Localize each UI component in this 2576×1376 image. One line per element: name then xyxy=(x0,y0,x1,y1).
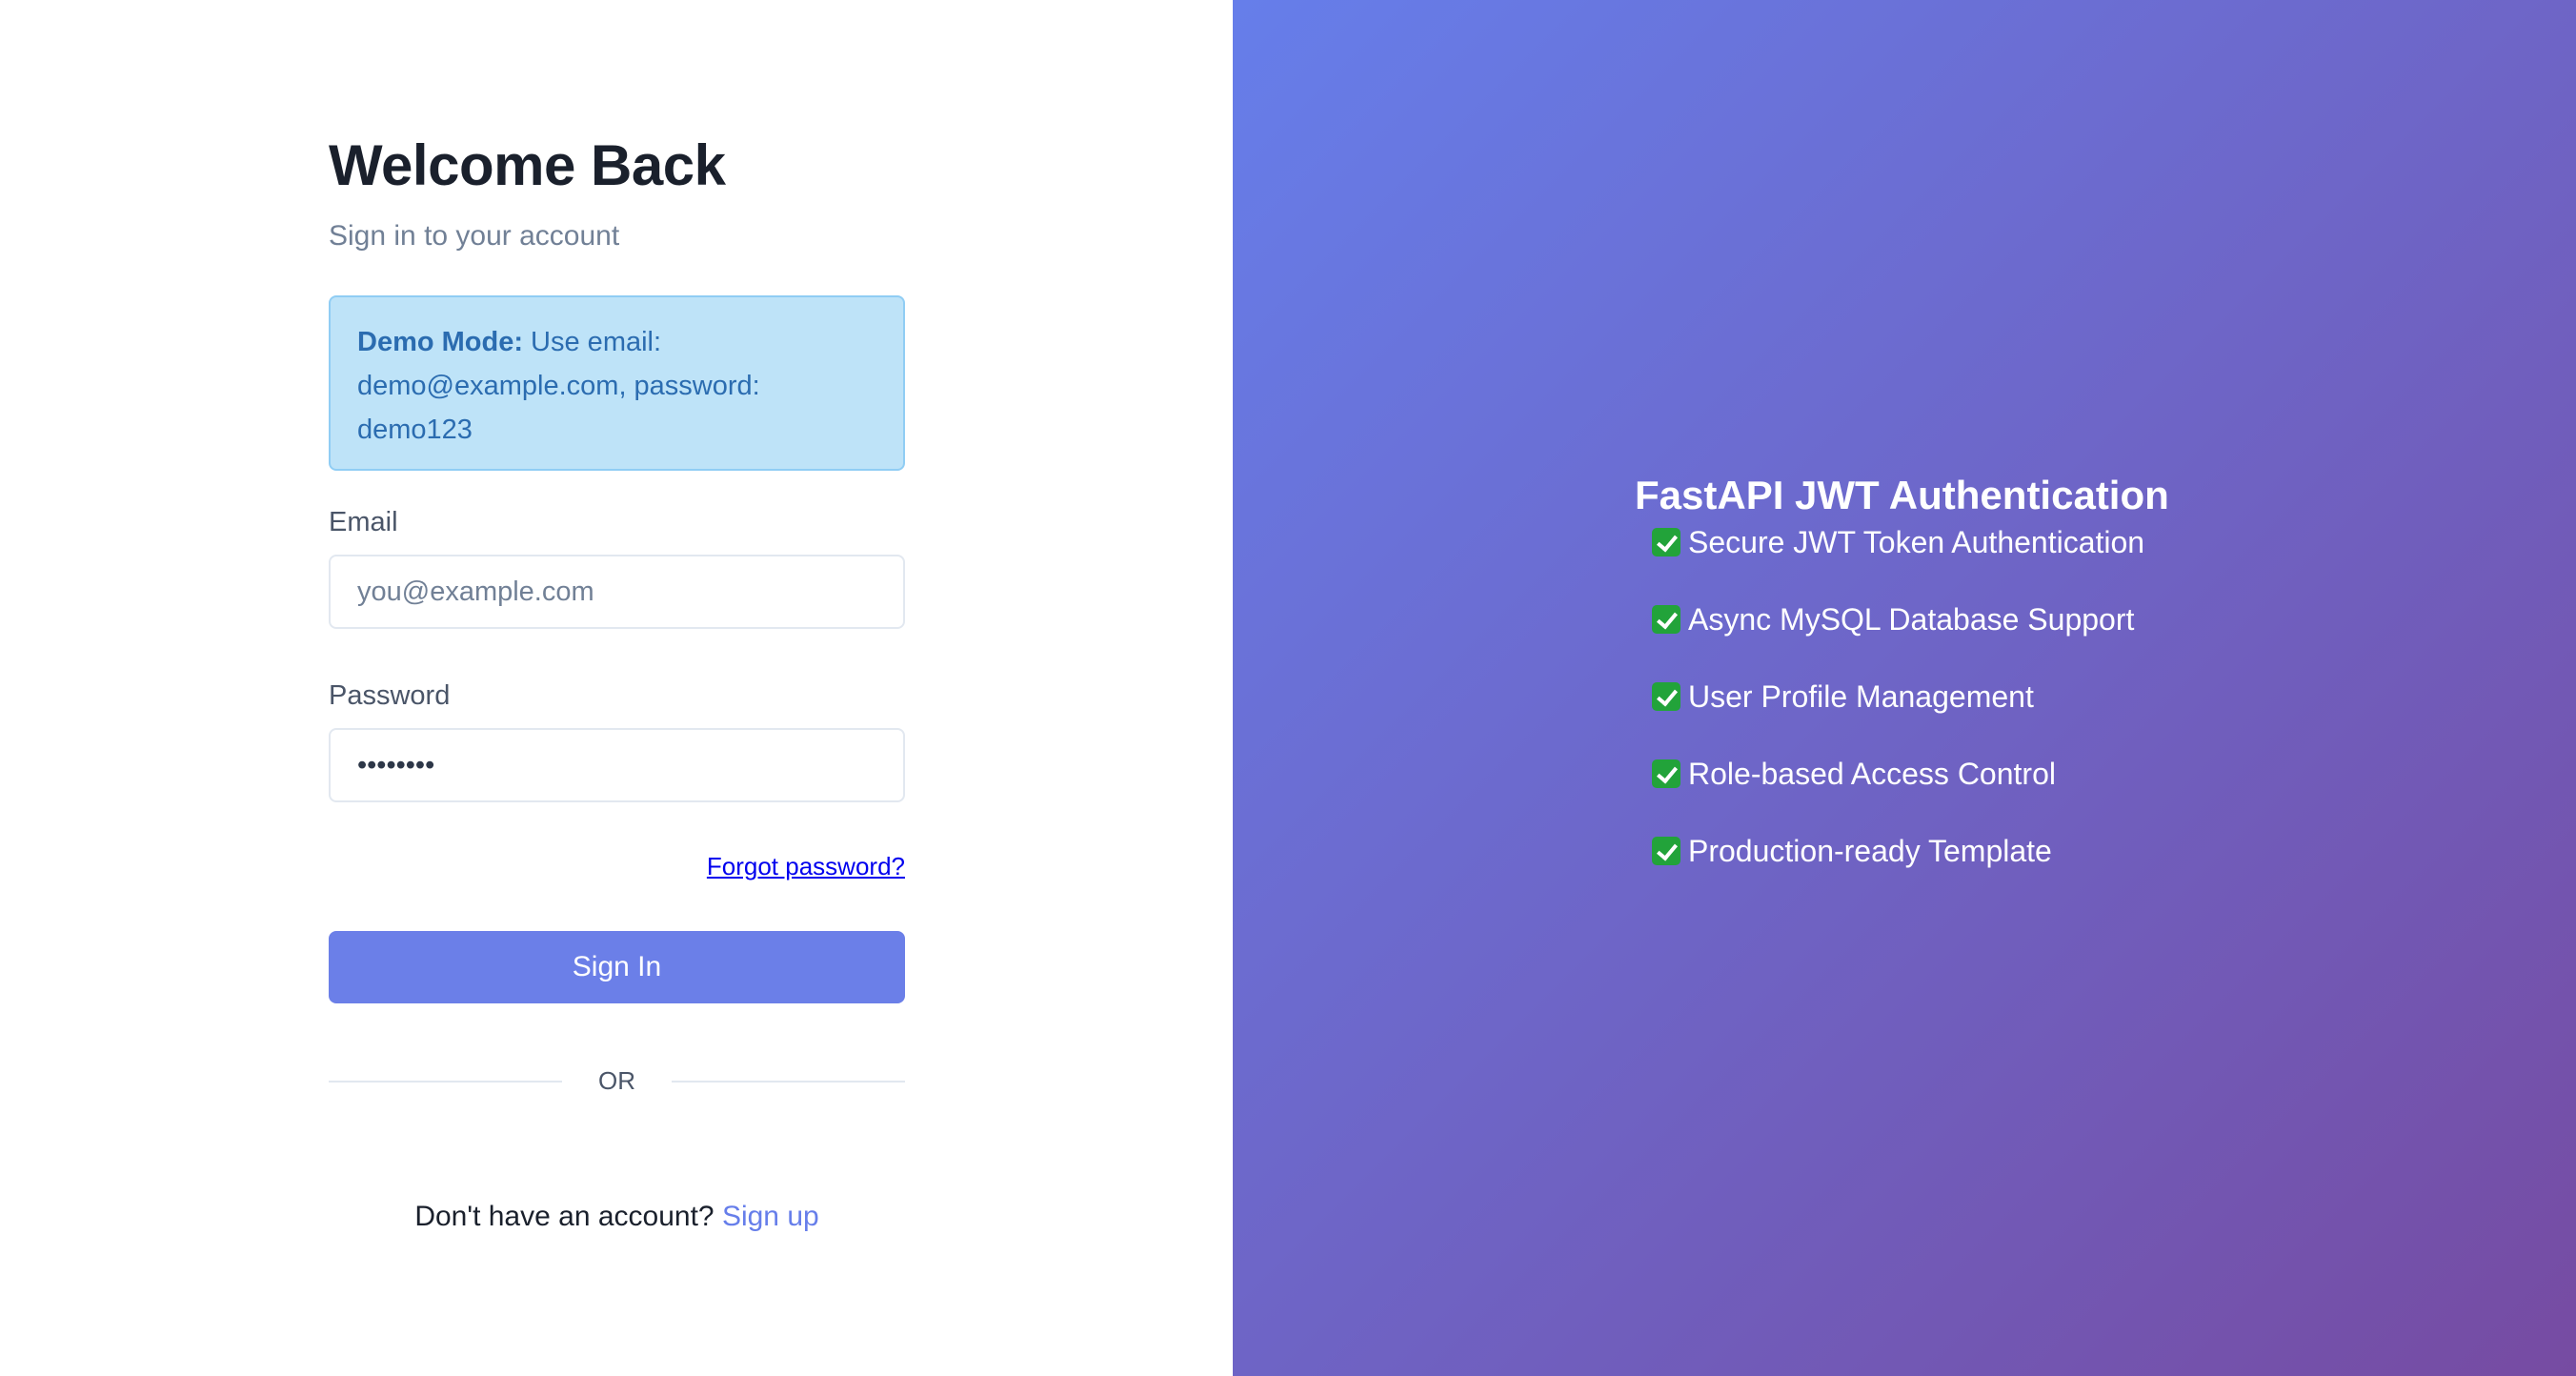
login-form: Welcome Back Sign in to your account Dem… xyxy=(329,132,905,1235)
features-title: FastAPI JWT Authentication xyxy=(1635,473,2169,517)
features-panel: FastAPI JWT Authentication Secure JWT To… xyxy=(1233,0,2576,1376)
login-page: Welcome Back Sign in to your account Dem… xyxy=(0,0,2576,1376)
feature-item: Secure JWT Token Authentication xyxy=(1652,522,2169,562)
login-panel: Welcome Back Sign in to your account Dem… xyxy=(0,0,1233,1376)
feature-item-label: Production-ready Template xyxy=(1688,834,2052,868)
demo-mode-alert: Demo Mode: Use email: demo@example.com, … xyxy=(329,295,905,471)
password-label: Password xyxy=(329,680,451,711)
forgot-password-row: Forgot password? xyxy=(329,850,905,887)
feature-item: Async MySQL Database Support xyxy=(1652,599,2169,639)
divider-line-right xyxy=(672,1080,905,1083)
feature-item: Production-ready Template xyxy=(1652,831,2169,871)
feature-item-label: Secure JWT Token Authentication xyxy=(1688,525,2145,559)
email-input[interactable] xyxy=(329,555,905,629)
signup-prompt: Don't have an account? Sign up xyxy=(329,1199,905,1235)
check-mark-button-icon xyxy=(1652,837,1680,865)
feature-item-label: User Profile Management xyxy=(1688,679,2034,714)
email-label: Email xyxy=(329,507,398,537)
page-subtitle: Sign in to your account xyxy=(329,220,620,252)
divider-or-text: OR xyxy=(598,1066,635,1095)
page-title: Welcome Back xyxy=(329,133,726,197)
check-mark-button-icon xyxy=(1652,528,1680,556)
demo-mode-label: Demo Mode: xyxy=(357,327,523,357)
feature-item: Role-based Access Control xyxy=(1652,754,2169,794)
features-block: FastAPI JWT Authentication Secure JWT To… xyxy=(1635,469,2169,908)
forgot-password-link[interactable]: Forgot password? xyxy=(707,852,905,880)
features-list: Secure JWT Token Authentication Async My… xyxy=(1635,522,2169,871)
divider-line-left xyxy=(329,1080,562,1083)
feature-item-label: Role-based Access Control xyxy=(1688,757,2056,791)
sign-in-button[interactable]: Sign In xyxy=(329,931,905,1003)
check-mark-button-icon xyxy=(1652,682,1680,711)
feature-item: User Profile Management xyxy=(1652,677,2169,717)
signup-prompt-text: Don't have an account? xyxy=(414,1201,722,1232)
or-divider: OR xyxy=(329,1066,905,1096)
check-mark-button-icon xyxy=(1652,759,1680,788)
feature-item-label: Async MySQL Database Support xyxy=(1688,602,2135,637)
check-mark-button-icon xyxy=(1652,605,1680,634)
sign-up-link[interactable]: Sign up xyxy=(722,1201,819,1232)
password-input[interactable] xyxy=(329,728,905,802)
